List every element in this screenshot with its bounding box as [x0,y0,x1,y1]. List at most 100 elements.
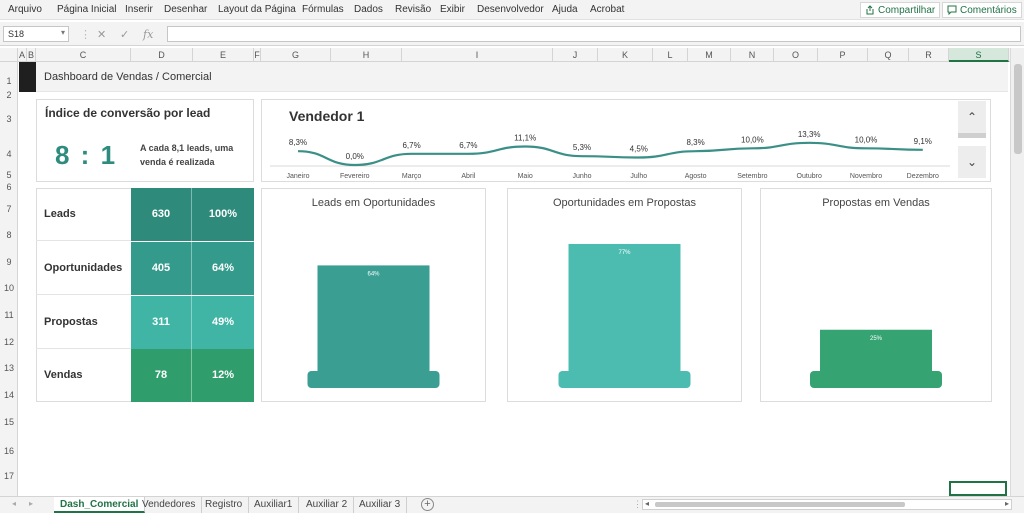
scroll-down-button[interactable]: ⌄ [958,146,986,178]
function-icon[interactable]: fx [143,28,153,41]
row-header-1[interactable]: 1 [0,76,18,86]
x-tick-label: Agosto [685,173,707,180]
row-header-11[interactable]: 11 [0,310,18,320]
row-header-6[interactable]: 6 [0,182,18,192]
menu-layout-pagina[interactable]: Layout da Página [218,4,296,15]
conversion-description: A cada 8,1 leads, uma venda é realizada [140,143,234,167]
col-header-s[interactable]: S [949,48,1009,62]
menu-acrobat[interactable]: Acrobat [590,4,624,15]
row-header-13[interactable]: 13 [0,363,18,373]
name-box[interactable]: S18 ▾ [3,26,69,42]
bar [568,243,681,371]
menu-inserir[interactable]: Inserir [125,4,153,15]
scroll-right-icon[interactable]: ▸ [1005,499,1009,508]
col-header-g[interactable]: G [261,48,331,62]
row-header-17[interactable]: 17 [0,471,18,481]
menu-revisao[interactable]: Revisão [395,4,431,15]
row-header-10[interactable]: 10 [0,283,18,293]
menu-desenhar[interactable]: Desenhar [164,4,207,15]
x-tick-label: Outubro [797,173,822,180]
row-header-9[interactable]: 9 [0,257,18,267]
row-header-4[interactable]: 4 [0,149,18,159]
row-header-3[interactable]: 3 [0,114,18,124]
tab-vendedores[interactable]: Vendedores [136,497,203,513]
cancel-icon[interactable]: ✕ [97,28,106,41]
formula-input[interactable] [167,26,1021,42]
menu-exibir[interactable]: Exibir [440,4,465,15]
menu-desenvolvedor[interactable]: Desenvolvedor [477,4,544,15]
conversion-ratio: 8 : 1 [55,140,118,170]
col-header-n[interactable]: N [731,48,774,62]
row-header-2[interactable]: 2 [0,90,18,100]
share-button[interactable]: Compartilhar [860,2,941,18]
tab-auxiliar-2[interactable]: Auxiliar 2 [300,497,355,513]
x-tick-label: Maio [518,173,533,180]
col-header-m[interactable]: M [688,48,731,62]
row-header-12[interactable]: 12 [0,337,18,347]
prev-sheet-icon[interactable]: ◂ [12,499,16,508]
row-header-5[interactable]: 5 [0,170,18,180]
data-label: 5,3% [573,143,591,152]
data-label: 6,7% [402,141,420,150]
menu-arquivo[interactable]: Arquivo [8,4,42,15]
x-tick-label: Março [402,173,422,180]
funnel-value: 78 [131,349,192,402]
data-label: 11,1% [514,134,536,143]
col-header-p[interactable]: P [818,48,868,62]
col-header-e[interactable]: E [193,48,254,62]
scroll-left-icon[interactable]: ◂ [645,499,649,508]
funnel-percent: 100% [192,188,254,241]
row-header-7[interactable]: 7 [0,204,18,214]
tab-auxiliar1[interactable]: Auxiliar1 [248,497,300,513]
col-header-c[interactable]: C [36,48,131,62]
col-header-r[interactable]: R [909,48,949,62]
comments-button[interactable]: Comentários [942,2,1022,18]
vertical-scroll-thumb[interactable] [1014,64,1022,154]
row-header-14[interactable]: 14 [0,390,18,400]
add-sheet-icon[interactable]: + [421,498,434,511]
vertical-scrollbar[interactable] [1010,48,1024,496]
col-header-i[interactable]: I [402,48,553,62]
menu-ajuda[interactable]: Ajuda [552,4,578,15]
col-header-h[interactable]: H [331,48,402,62]
col-header-l[interactable]: L [653,48,688,62]
col-header-k[interactable]: K [598,48,653,62]
menu-dados[interactable]: Dados [354,4,383,15]
horizontal-scroll-thumb[interactable] [655,502,905,507]
menu-pagina-inicial[interactable]: Página Inicial [57,4,116,15]
chevron-down-icon: ⌄ [966,155,978,169]
scroll-up-button[interactable]: ⌃ [958,101,986,133]
col-header-f[interactable]: F [254,48,261,62]
row-header-16[interactable]: 16 [0,446,18,456]
name-box-value: S18 [8,29,25,39]
select-all-corner[interactable] [0,48,18,62]
data-label: 0,0% [346,152,364,161]
spin-thumb[interactable] [958,133,986,138]
funnel-row-vendas: Vendas 78 12% [36,349,254,402]
bar-base [558,371,691,388]
chevron-down-icon: ▾ [60,28,65,37]
col-header-o[interactable]: O [774,48,818,62]
funnel-percent: 64% [192,242,254,295]
tab-auxiliar-3[interactable]: Auxiliar 3 [353,497,408,513]
col-header-q[interactable]: Q [868,48,909,62]
title-accent [19,62,36,92]
next-sheet-icon[interactable]: ▸ [29,499,33,508]
col-header-d[interactable]: D [131,48,193,62]
col-header-a[interactable]: A [18,48,27,62]
horizontal-scrollbar[interactable]: ◂ ▸ [642,499,1012,510]
col-header-j[interactable]: J [553,48,598,62]
row-header-8[interactable]: 8 [0,230,18,240]
tab-dash-comercial[interactable]: Dash_Comercial [54,497,146,513]
selected-cell[interactable] [949,481,1007,496]
bar-data-label: 25% [870,336,883,342]
x-tick-label: Julho [630,173,647,180]
funnel-row-leads: Leads 630 100% [36,188,254,241]
menu-formulas[interactable]: Fórmulas [302,4,344,15]
row-header-15[interactable]: 15 [0,417,18,427]
col-header-b[interactable]: B [27,48,36,62]
confirm-icon[interactable]: ✓ [120,28,129,41]
menu-bar: Arquivo Página Inicial Inserir Desenhar … [0,0,1024,20]
bar-base [810,371,942,388]
tab-registro[interactable]: Registro [199,497,250,513]
